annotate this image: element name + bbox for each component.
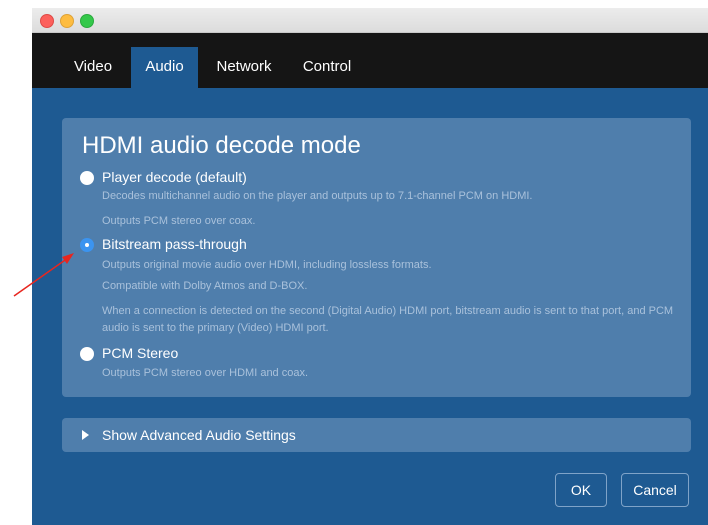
disclosure-triangle-icon	[82, 430, 89, 440]
option-description: Compatible with Dolby Atmos and D-BOX.	[102, 280, 308, 292]
option-label-pcm-stereo[interactable]: PCM Stereo	[102, 345, 178, 361]
advanced-settings-label: Show Advanced Audio Settings	[102, 427, 296, 443]
ok-button[interactable]: OK	[555, 473, 607, 507]
hdmi-audio-panel: HDMI audio decode mode Player decode (de…	[62, 118, 691, 397]
tab-video[interactable]: Video	[64, 47, 122, 88]
settings-window: Video Audio Network Control HDMI audio d…	[32, 8, 708, 525]
option-description: Outputs original movie audio over HDMI, …	[102, 259, 432, 271]
show-advanced-audio-settings[interactable]: Show Advanced Audio Settings	[62, 418, 691, 452]
option-description: Outputs PCM stereo over coax.	[102, 215, 256, 227]
minimize-window-button[interactable]	[60, 14, 74, 28]
close-window-button[interactable]	[40, 14, 54, 28]
title-bar	[32, 8, 708, 33]
panel-title: HDMI audio decode mode	[82, 132, 361, 159]
option-description: Decodes multichannel audio on the player…	[102, 190, 533, 202]
tab-network[interactable]: Network	[204, 47, 284, 88]
cancel-button[interactable]: Cancel	[621, 473, 689, 507]
tab-control[interactable]: Control	[294, 47, 360, 88]
zoom-window-button[interactable]	[80, 14, 94, 28]
tab-bar: Video Audio Network Control	[32, 33, 708, 88]
tab-audio[interactable]: Audio	[131, 47, 198, 88]
option-description: Outputs PCM stereo over HDMI and coax.	[102, 367, 309, 379]
radio-bitstream-passthrough[interactable]	[80, 238, 94, 252]
option-label-player-decode[interactable]: Player decode (default)	[102, 169, 247, 185]
radio-pcm-stereo[interactable]	[80, 347, 94, 361]
radio-player-decode[interactable]	[80, 171, 94, 185]
option-description: When a connection is detected on the sec…	[102, 305, 674, 334]
option-label-bitstream-passthrough[interactable]: Bitstream pass-through	[102, 236, 247, 252]
